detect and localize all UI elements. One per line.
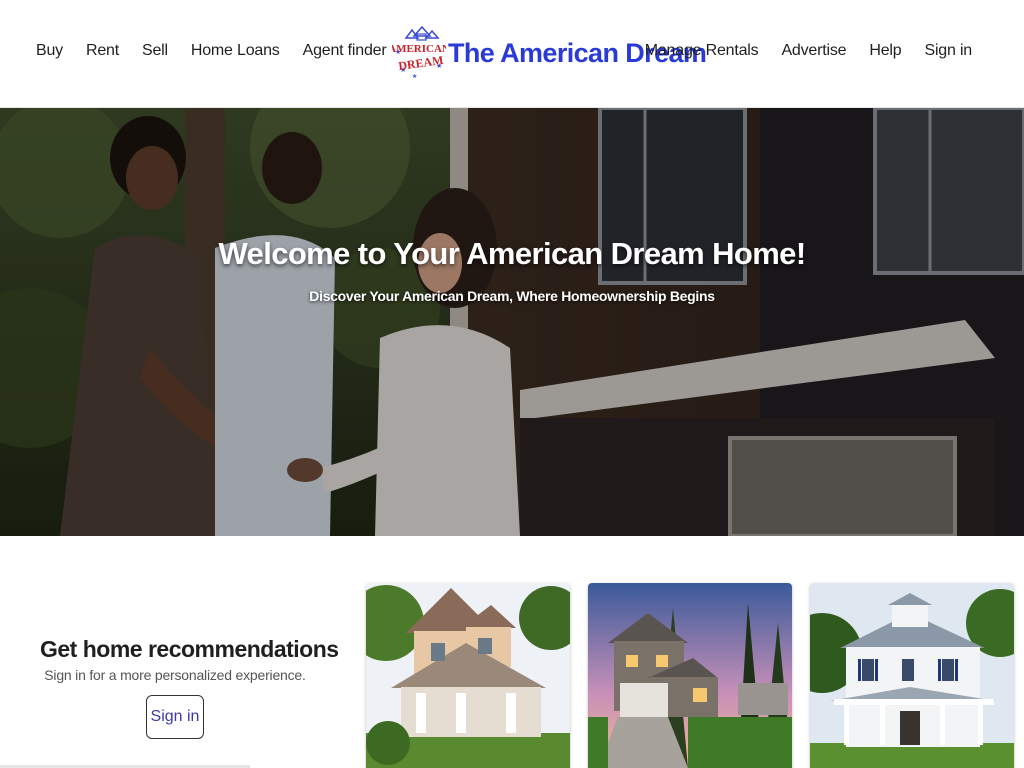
home-card-2[interactable] (588, 583, 792, 768)
nav-manage-rentals-link[interactable]: Manage Rentals (645, 42, 759, 60)
home-photo-1 (366, 583, 570, 768)
nav-sell-link[interactable]: Sell (142, 42, 168, 60)
american-dream-logo: ★ ★ ★ ★ AMERICAN DREAM (392, 25, 446, 80)
recommendations-panel: Get home recommendations Sign in for a m… (40, 636, 339, 739)
svg-text:★: ★ (412, 73, 417, 80)
hero-banner: Welcome to Your American Dream Home! Dis… (0, 108, 1024, 536)
nav-buy-link[interactable]: Buy (36, 42, 63, 60)
nav-rent-link[interactable]: Rent (86, 42, 119, 60)
svg-text:DREAM: DREAM (397, 53, 444, 73)
recommendations-sign-in-button[interactable]: Sign in (146, 695, 204, 739)
home-card-3[interactable] (810, 583, 1014, 768)
primary-nav: Buy Rent Sell Home Loans Agent finder (36, 42, 410, 60)
secondary-nav: Manage Rentals Advertise Help Sign in (622, 42, 972, 60)
home-photo-3 (810, 583, 1014, 768)
nav-home-loans-link[interactable]: Home Loans (191, 42, 280, 60)
hero-subtitle: Discover Your American Dream, Where Home… (309, 288, 715, 304)
hero-overlay (0, 108, 1024, 536)
nav-help-link[interactable]: Help (869, 42, 901, 60)
home-card-1[interactable] (366, 583, 570, 768)
recommendations-title: Get home recommendations (40, 636, 339, 662)
home-photo-2 (588, 583, 792, 768)
recommendations-subtitle: Sign in for a more personalized experien… (44, 667, 306, 683)
site-header: Buy Rent Sell Home Loans Agent finder ★ … (0, 0, 1024, 108)
nav-agent-finder-link[interactable]: Agent finder (303, 42, 387, 60)
nav-sign-in-link[interactable]: Sign in (924, 42, 972, 60)
nav-advertise-link[interactable]: Advertise (781, 42, 846, 60)
hero-title: Welcome to Your American Dream Home! (218, 236, 806, 271)
